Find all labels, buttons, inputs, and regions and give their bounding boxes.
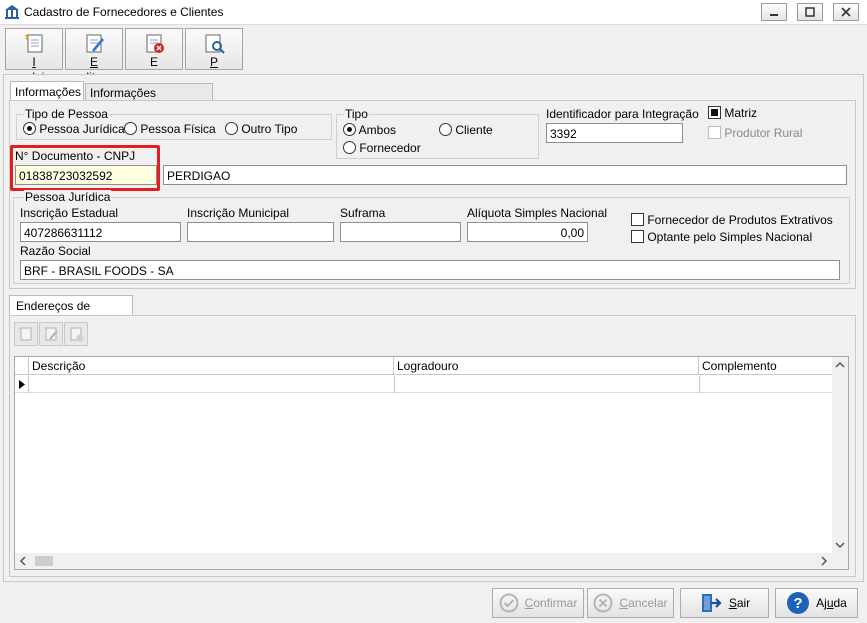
pessoa-juridica-legend: Pessoa Jurídica (24, 190, 112, 204)
checkbox-indicator (631, 213, 644, 226)
new-document-icon (25, 34, 43, 53)
excluir-button[interactable]: Excluir (125, 28, 183, 99)
radio-indicator (439, 123, 452, 136)
extrativos-checkbox[interactable]: Fornecedor de Produtos Extrativos (631, 213, 833, 227)
maximize-button[interactable] (797, 3, 823, 21)
search-document-icon (205, 34, 225, 54)
cnpj-input[interactable]: 01838723032592 (15, 165, 157, 185)
aliquota-label: Alíquota Simples Nacional (467, 206, 608, 220)
add-document-icon (18, 327, 32, 341)
checkbox-indicator (631, 230, 644, 243)
grid-header: Descrição Logradouro Complemento (15, 357, 832, 375)
grid-indicator-header (15, 357, 29, 375)
enderecos-grid[interactable]: Descrição Logradouro Complemento (14, 356, 849, 570)
cancel-x-icon (593, 593, 613, 613)
procurar-button[interactable]: Procurar (185, 28, 243, 84)
scrollbar-corner (832, 553, 848, 569)
current-row-arrow-icon (19, 380, 25, 389)
radio-fornecedor[interactable]: Fornecedor (343, 141, 421, 155)
edit-address-button[interactable] (39, 322, 63, 346)
scroll-right-icon[interactable] (820, 556, 828, 566)
editar-button[interactable]: Editar (65, 28, 123, 84)
suframa-label: Suframa (340, 206, 386, 220)
add-address-button[interactable] (14, 322, 38, 346)
maximize-icon (805, 7, 815, 17)
col-complemento[interactable]: Complemento (699, 357, 832, 375)
tipo-pessoa-legend: Tipo de Pessoa (24, 107, 109, 121)
delete-document-icon (70, 327, 84, 342)
inscricao-estadual-label: Inscrição Estadual (20, 206, 119, 220)
title-bar[interactable]: Cadastro de Fornecedores e Clientes (0, 0, 867, 25)
radio-pessoa-juridica[interactable]: Pessoa Jurídica (23, 122, 125, 136)
razao-social-label: Razão Social (20, 244, 91, 258)
tab-informacoes-adicionais[interactable]: Informações Adicionais (85, 83, 213, 114)
radio-cliente[interactable]: Cliente (439, 123, 493, 137)
razao-social-input[interactable]: BRF - BRASIL FOODS - SA (20, 260, 840, 280)
minimize-button[interactable] (761, 3, 787, 21)
app-icon (4, 4, 20, 20)
scroll-left-icon[interactable] (19, 556, 27, 566)
tab-enderecos-entrega[interactable]: Endereços de Entrega (9, 295, 133, 327)
delete-document-icon (146, 34, 164, 53)
identificador-label: Identificador para Integração (546, 107, 699, 121)
svg-text:?: ? (794, 595, 803, 612)
edit-document-icon (45, 327, 58, 341)
radio-outro-tipo[interactable]: Outro Tipo (225, 122, 297, 136)
checkbox-indicator (708, 126, 721, 139)
suframa-input[interactable] (340, 222, 461, 242)
table-row[interactable] (15, 376, 832, 393)
radio-indicator (343, 123, 356, 136)
checkbox-indicator (708, 106, 721, 119)
horizontal-scroll-thumb[interactable] (35, 556, 53, 566)
tab-informacoes[interactable]: Informações (10, 81, 84, 101)
inscricao-municipal-label: Inscrição Municipal (187, 206, 290, 220)
col-logradouro[interactable]: Logradouro (394, 357, 699, 375)
scroll-down-icon[interactable] (835, 541, 845, 549)
aliquota-input[interactable]: 0,00 (467, 222, 588, 242)
row-indicator (15, 376, 29, 393)
scroll-up-icon[interactable] (835, 361, 845, 369)
confirmar-button[interactable]: Confirmar (492, 588, 584, 618)
inscricao-estadual-input[interactable]: 407286631112 (20, 222, 181, 242)
cell-divider (699, 376, 700, 393)
radio-indicator (343, 141, 356, 154)
matriz-checkbox[interactable]: Matriz (708, 106, 757, 120)
delete-address-button[interactable] (64, 322, 88, 346)
radio-indicator (225, 122, 238, 135)
vertical-scrollbar[interactable] (832, 357, 848, 553)
inscricao-municipal-input[interactable] (187, 222, 334, 242)
nome-fantasia-input[interactable]: PERDIGAO (163, 165, 847, 185)
identificador-input[interactable]: 3392 (546, 123, 683, 143)
confirm-check-icon (499, 593, 519, 613)
cancelar-button[interactable]: Cancelar (587, 588, 674, 618)
close-button[interactable] (833, 3, 859, 21)
close-icon (841, 7, 851, 17)
radio-ambos[interactable]: Ambos (343, 123, 396, 137)
produtor-rural-checkbox[interactable]: Produtor Rural (708, 126, 802, 140)
help-question-icon: ? (787, 592, 810, 614)
cell-divider (394, 376, 395, 393)
incluir-button[interactable]: Incluir (5, 28, 63, 84)
simples-nacional-checkbox[interactable]: Optante pelo Simples Nacional (631, 230, 812, 244)
ajuda-button[interactable]: ? Ajuda (775, 588, 858, 618)
sair-button[interactable]: Sair (680, 588, 769, 618)
minimize-icon (770, 14, 778, 16)
col-descricao[interactable]: Descrição (29, 357, 394, 375)
radio-indicator (124, 122, 137, 135)
window-title: Cadastro de Fornecedores e Clientes (24, 5, 224, 19)
tipo-legend: Tipo (344, 107, 369, 121)
radio-indicator (23, 122, 36, 135)
radio-pessoa-fisica[interactable]: Pessoa Física (124, 122, 216, 136)
exit-door-icon (701, 594, 722, 612)
cnpj-label: N° Documento - CNPJ (15, 149, 136, 163)
horizontal-scrollbar[interactable] (15, 553, 832, 569)
edit-document-icon (86, 34, 104, 53)
